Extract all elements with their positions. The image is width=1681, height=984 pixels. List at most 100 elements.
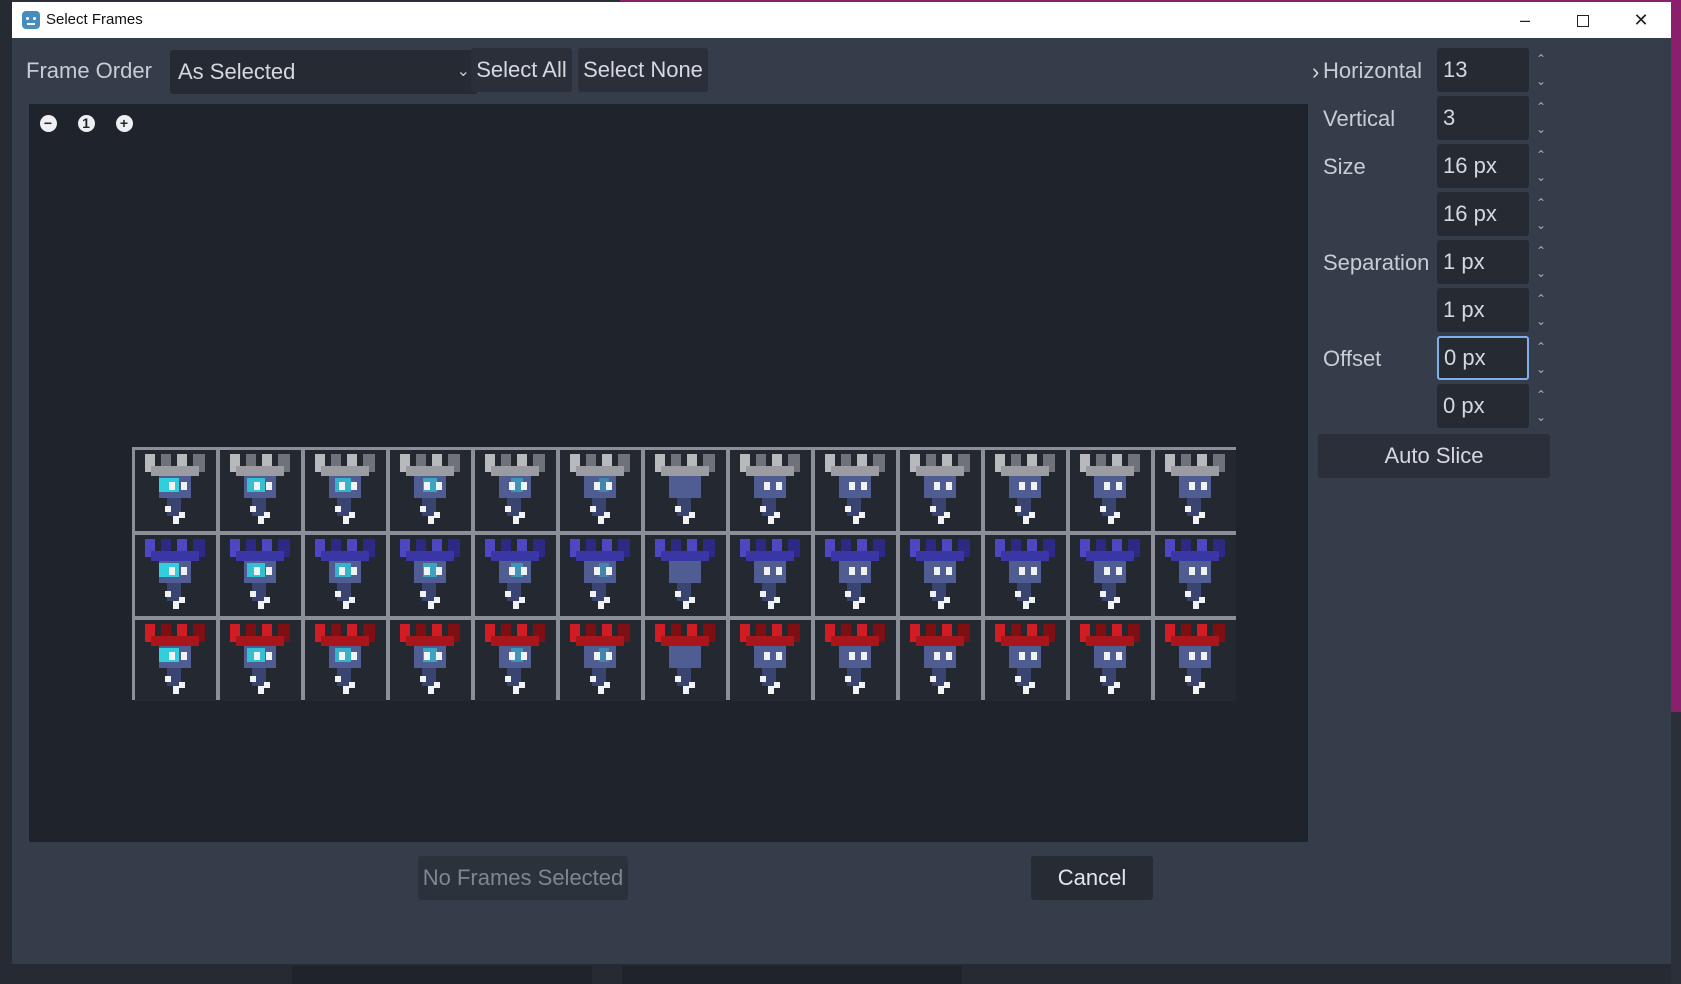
sprite-frame-cell[interactable] [815, 535, 896, 616]
zoom-in-icon: + [115, 115, 133, 133]
size-y-field[interactable]: 16 px [1437, 192, 1529, 236]
minimize-button[interactable]: – [1496, 2, 1554, 38]
sprite-frame-cell[interactable] [1070, 450, 1151, 531]
sprite-frame-cell[interactable] [815, 450, 896, 531]
size-x-stepper[interactable]: ⌃ ⌄ [1533, 144, 1549, 188]
sprite-frame-cell[interactable] [730, 535, 811, 616]
sprite-frame-image [570, 624, 630, 696]
chevron-up-icon[interactable]: ⌃ [1533, 240, 1549, 262]
sprite-frame-cell[interactable] [135, 620, 216, 701]
vertical-field[interactable]: 3 [1437, 96, 1529, 140]
size-y-stepper[interactable]: ⌃ ⌄ [1533, 192, 1549, 236]
frame-order-select[interactable]: As Selected ⌄ [170, 50, 478, 94]
chevron-down-icon[interactable]: ⌄ [1533, 166, 1549, 188]
chevron-up-icon[interactable]: ⌃ [1533, 384, 1549, 406]
sprite-frame-cell[interactable] [390, 535, 471, 616]
zoom-out-button[interactable]: − [37, 112, 59, 134]
sprite-frame-cell[interactable] [1070, 620, 1151, 701]
sprite-frame-cell[interactable] [730, 450, 811, 531]
separation-y-stepper[interactable]: ⌃ ⌄ [1533, 288, 1549, 332]
sprite-frame-cell[interactable] [900, 535, 981, 616]
horizontal-stepper[interactable]: ⌃ ⌄ [1533, 48, 1549, 92]
chevron-down-icon[interactable]: ⌄ [1533, 406, 1549, 428]
sprite-frame-image [230, 539, 290, 611]
sprite-frame-cell[interactable] [135, 450, 216, 531]
separation-x-stepper[interactable]: ⌃ ⌄ [1533, 240, 1549, 284]
sprite-frame-cell[interactable] [645, 535, 726, 616]
sprite-frame-cell[interactable] [645, 450, 726, 531]
chevron-up-icon[interactable]: ⌃ [1533, 288, 1549, 310]
cancel-button[interactable]: Cancel [1031, 856, 1153, 900]
godot-app-icon [22, 11, 40, 29]
sprite-frame-cell[interactable] [475, 620, 556, 701]
sprite-frame-cell[interactable] [475, 450, 556, 531]
sprite-frame-cell[interactable] [305, 450, 386, 531]
chevron-down-icon[interactable]: ⌄ [1533, 70, 1549, 92]
chevron-right-icon[interactable]: › [1312, 58, 1319, 86]
chevron-down-icon[interactable]: ⌄ [1533, 118, 1549, 140]
select-all-button[interactable]: Select All [471, 48, 572, 92]
sprite-frame-cell[interactable] [900, 450, 981, 531]
sprite-frame-cell[interactable] [220, 620, 301, 701]
zoom-in-button[interactable]: + [113, 112, 135, 134]
sprite-frame-cell[interactable] [305, 620, 386, 701]
sprite-frame-cell[interactable] [220, 450, 301, 531]
sprite-frame-cell[interactable] [1155, 620, 1236, 701]
chevron-down-icon[interactable]: ⌄ [1533, 310, 1549, 332]
sprite-sheet-grid[interactable] [132, 447, 1236, 701]
sprite-frame-image [400, 539, 460, 611]
offset-y-stepper[interactable]: ⌃ ⌄ [1533, 384, 1549, 428]
sprite-frame-cell[interactable] [1155, 450, 1236, 531]
sprite-frame-cell[interactable] [390, 450, 471, 531]
horizontal-label: Horizontal [1323, 58, 1423, 83]
zoom-reset-button[interactable]: 1 [75, 112, 97, 134]
offset-label: Offset [1323, 346, 1382, 371]
sprite-frame-cell[interactable] [560, 450, 641, 531]
sprite-frame-image [570, 539, 630, 611]
sprite-frame-cell[interactable] [1070, 535, 1151, 616]
chevron-up-icon[interactable]: ⌃ [1533, 192, 1549, 214]
offset-y-field[interactable]: 0 px [1437, 384, 1529, 428]
sprite-frame-cell[interactable] [815, 620, 896, 701]
sprite-frame-cell[interactable] [305, 535, 386, 616]
sprite-frame-cell[interactable] [985, 620, 1066, 701]
horizontal-field[interactable]: 13 [1437, 48, 1529, 92]
select-none-button[interactable]: Select None [578, 48, 708, 92]
maximize-button[interactable] [1554, 2, 1612, 38]
background-field [622, 966, 962, 984]
offset-x-field[interactable]: 0 px [1437, 336, 1529, 380]
sprite-frame-cell[interactable] [560, 620, 641, 701]
sprite-frame-cell[interactable] [135, 535, 216, 616]
chevron-up-icon[interactable]: ⌃ [1533, 336, 1549, 358]
vertical-stepper[interactable]: ⌃ ⌄ [1533, 96, 1549, 140]
sprite-frame-cell[interactable] [645, 620, 726, 701]
chevron-down-icon[interactable]: ⌄ [1533, 214, 1549, 236]
sprite-frame-cell[interactable] [985, 450, 1066, 531]
chevron-up-icon[interactable]: ⌃ [1533, 96, 1549, 118]
sprite-frame-image [230, 454, 290, 526]
close-button[interactable]: ✕ [1612, 2, 1670, 38]
sprite-frame-cell[interactable] [220, 535, 301, 616]
sprite-frame-image [1165, 539, 1225, 611]
texture-preview-canvas[interactable]: − 1 + [29, 104, 1308, 842]
sprite-frame-cell[interactable] [730, 620, 811, 701]
sprite-frame-image [910, 454, 970, 526]
chevron-down-icon[interactable]: ⌄ [1533, 358, 1549, 380]
sprite-frame-cell[interactable] [900, 620, 981, 701]
separation-x-field[interactable]: 1 px [1437, 240, 1529, 284]
offset-x-stepper[interactable]: ⌃ ⌄ [1533, 336, 1549, 380]
size-x-field[interactable]: 16 px [1437, 144, 1529, 188]
auto-slice-button[interactable]: Auto Slice [1318, 434, 1550, 478]
sprite-frame-cell[interactable] [985, 535, 1066, 616]
sprite-frame-cell[interactable] [475, 535, 556, 616]
sprite-frame-cell[interactable] [560, 535, 641, 616]
chevron-up-icon[interactable]: ⌃ [1533, 48, 1549, 70]
sprite-frame-cell[interactable] [1155, 535, 1236, 616]
chevron-down-icon[interactable]: ⌄ [1533, 262, 1549, 284]
separation-y-field[interactable]: 1 px [1437, 288, 1529, 332]
sprite-frame-cell[interactable] [390, 620, 471, 701]
sprite-frame-image [655, 624, 715, 696]
chevron-up-icon[interactable]: ⌃ [1533, 144, 1549, 166]
separation-label: Separation [1323, 250, 1430, 275]
background-accent-right [1671, 0, 1681, 712]
